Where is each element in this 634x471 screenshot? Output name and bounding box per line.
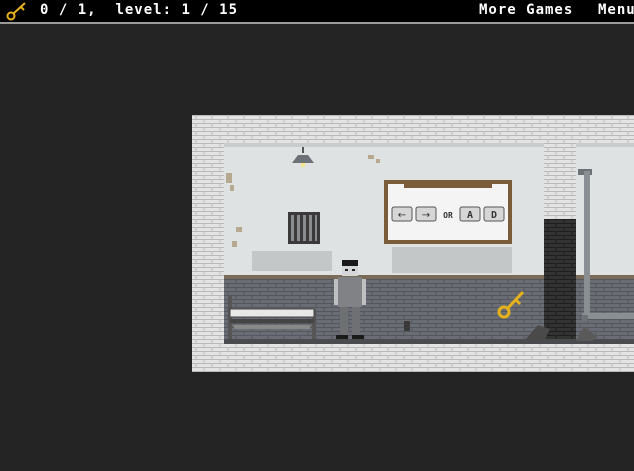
key-a-label: A — [467, 210, 473, 221]
key-icon — [6, 1, 30, 25]
tutorial-sign: ← → OR A D — [384, 180, 512, 244]
more-games-link[interactable]: More Games — [479, 2, 573, 18]
game-scene[interactable]: ← → OR A D — [192, 115, 634, 372]
top-bar: 0 / 1, level: 1 / 15 More Games Menu — [0, 0, 634, 24]
menu-button[interactable]: Menu — [598, 2, 634, 18]
or-label: OR — [443, 211, 453, 220]
key-d-label: D — [491, 210, 497, 221]
keys-counter: 0 / 1, level: 1 / 15 — [40, 2, 239, 18]
key-right-label: → — [422, 210, 430, 221]
vent-icon — [288, 212, 320, 244]
level-indicator: level: 1 / 15 — [115, 2, 239, 18]
key-left-label: ← — [398, 210, 406, 221]
